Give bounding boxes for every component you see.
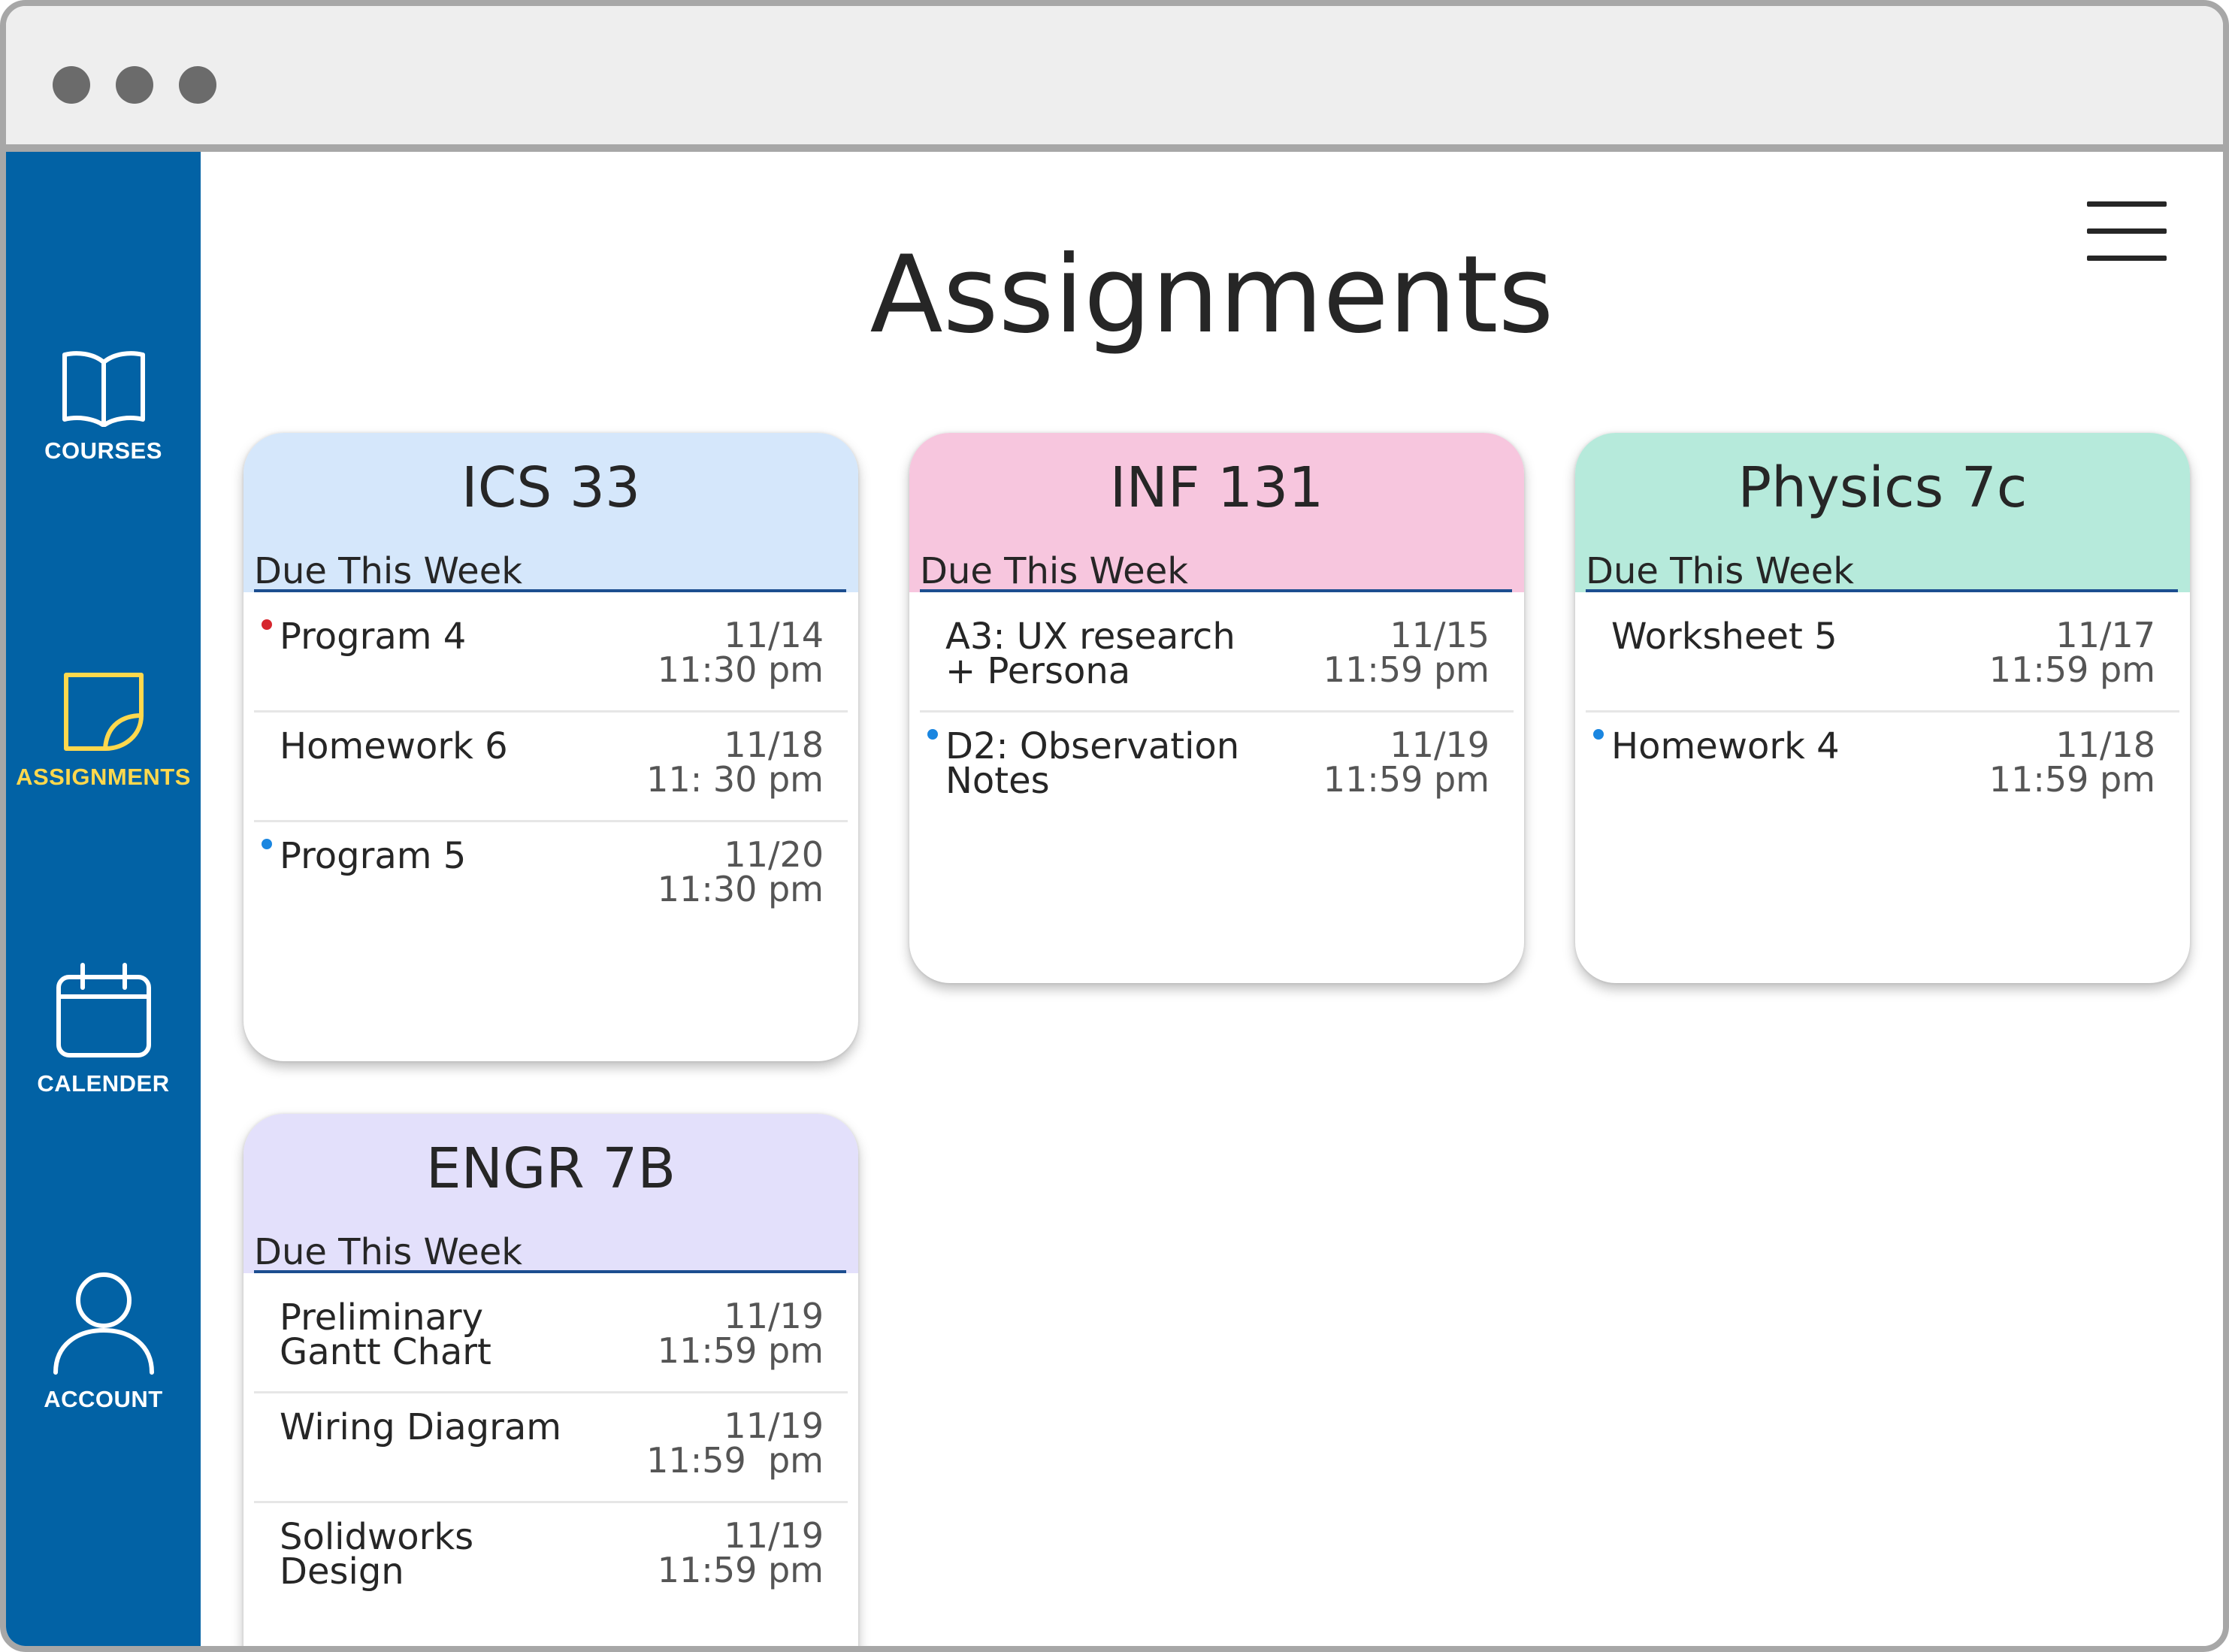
book-open-icon [62, 351, 145, 427]
hamburger-menu-icon[interactable] [2087, 197, 2167, 265]
course-title: INF 131 [1109, 455, 1324, 520]
course-card-engr7b[interactable]: ENGR 7B Due This Week Preliminary Gantt … [243, 1114, 858, 1646]
assignment-row[interactable]: D2: Observation Notes 11/19 11:59 pm [920, 713, 1514, 822]
assignment-name: A3: UX research + Persona [945, 616, 1235, 692]
window-minimize-dot[interactable] [116, 66, 153, 104]
due-date: 11/18 [724, 725, 824, 765]
assignment-name: Worksheet 5 [1611, 616, 1837, 658]
priority-marker-red [262, 619, 272, 630]
assignment-row[interactable]: Homework 4 11/18 11:59 pm [1586, 713, 2179, 822]
assignment-name: Homework 6 [280, 725, 508, 767]
due-date: 11/19 [724, 1515, 824, 1556]
sidebar-item-courses[interactable]: COURSES [6, 349, 201, 464]
sidebar-item-account[interactable]: ACCOUNT [6, 1270, 201, 1413]
assignment-list: Worksheet 5 11/17 11:59 pm Homework 4 11… [1575, 592, 2190, 822]
due-this-week-label: Due This Week [254, 550, 523, 592]
due-date: 11/18 [2055, 725, 2155, 765]
due-date: 11/14 [724, 615, 824, 655]
sidebar-item-label: ACCOUNT [44, 1386, 163, 1412]
window-titlebar [6, 6, 2223, 152]
assignment-list: Preliminary Gantt Chart 11/19 11:59 pm W… [243, 1273, 858, 1613]
assignment-row[interactable]: Program 5 11/20 11:30 pm [254, 822, 848, 932]
assignment-row[interactable]: A3: UX research + Persona 11/15 11:59 pm [920, 603, 1514, 713]
due-time: 11:59 pm [1323, 649, 1490, 690]
assignment-list: Program 4 11/14 11:30 pm Homework 6 11/1… [243, 592, 858, 932]
sidebar-item-calender[interactable]: CALENDER [6, 962, 201, 1097]
due-date: 11/15 [1390, 615, 1490, 655]
due-date: 11/19 [724, 1405, 824, 1446]
course-title: Physics 7c [1738, 455, 2028, 520]
assignment-row[interactable]: Worksheet 5 11/17 11:59 pm [1586, 603, 2179, 713]
due-this-week-label: Due This Week [1586, 550, 1855, 592]
course-card-ics33[interactable]: ICS 33 Due This Week Program 4 11/14 11:… [243, 433, 858, 1061]
main-content: Assignments ICS 33 Due This Week Program… [201, 152, 2223, 1646]
priority-marker-blue [927, 729, 938, 740]
sidebar-item-label: CALENDER [37, 1070, 170, 1097]
due-this-week-label: Due This Week [254, 1231, 523, 1273]
assignment-name: Wiring Diagram [280, 1406, 562, 1448]
due-date: 11/20 [724, 834, 824, 875]
course-card-header: INF 131 Due This Week [909, 433, 1524, 592]
sidebar-item-label: COURSES [44, 437, 162, 464]
window-close-dot[interactable] [53, 66, 90, 104]
course-card-header: ENGR 7B Due This Week [243, 1114, 858, 1273]
assignment-name: Program 4 [280, 616, 467, 658]
due-time: 11:59 pm [657, 1330, 824, 1371]
due-time: 11:59 pm [1989, 759, 2155, 800]
due-date: 11/19 [724, 1296, 824, 1336]
window-maximize-dot[interactable] [179, 66, 216, 104]
due-time: 11:59 pm [646, 1440, 824, 1481]
assignment-row[interactable]: Preliminary Gantt Chart 11/19 11:59 pm [254, 1284, 848, 1393]
sticky-note-icon [63, 673, 144, 751]
due-time: 11: 30 pm [646, 759, 824, 800]
app-window: COURSES ASSIGNMENTS CALENDER ACCOUNT Ass… [0, 0, 2229, 1652]
sidebar-item-label: ASSIGNMENTS [16, 764, 191, 790]
due-time: 11:59 pm [657, 1550, 824, 1590]
assignment-name: Solidworks Design [280, 1516, 474, 1593]
course-card-header: ICS 33 Due This Week [243, 433, 858, 592]
assignment-name: Preliminary Gantt Chart [280, 1296, 491, 1373]
due-time: 11:59 pm [1323, 759, 1490, 800]
sidebar-item-assignments[interactable]: ASSIGNMENTS [6, 670, 201, 791]
due-time: 11:30 pm [657, 649, 824, 690]
assignment-row[interactable]: Homework 6 11/18 11: 30 pm [254, 713, 848, 822]
due-date: 11/17 [2055, 615, 2155, 655]
course-card-physics7c[interactable]: Physics 7c Due This Week Worksheet 5 11/… [1575, 433, 2190, 983]
due-time: 11:59 pm [1989, 649, 2155, 690]
course-title: ENGR 7B [425, 1136, 676, 1201]
assignment-row[interactable]: Solidworks Design 11/19 11:59 pm [254, 1503, 848, 1613]
due-time: 11:30 pm [657, 869, 824, 909]
priority-marker-blue [1593, 729, 1604, 740]
assignment-name: D2: Observation Notes [945, 725, 1240, 802]
course-card-header: Physics 7c Due This Week [1575, 433, 2190, 592]
sidebar-nav: COURSES ASSIGNMENTS CALENDER ACCOUNT [6, 152, 201, 1646]
priority-marker-blue [262, 839, 272, 849]
user-icon [53, 1272, 154, 1375]
assignment-name: Program 5 [280, 835, 467, 877]
due-this-week-label: Due This Week [920, 550, 1189, 592]
assignment-name: Homework 4 [1611, 725, 1840, 767]
assignment-list: A3: UX research + Persona 11/15 11:59 pm… [909, 592, 1524, 822]
assignment-row[interactable]: Wiring Diagram 11/19 11:59 pm [254, 1393, 848, 1503]
page-title: Assignments [870, 233, 1554, 357]
assignment-row[interactable]: Program 4 11/14 11:30 pm [254, 603, 848, 713]
course-title: ICS 33 [461, 455, 641, 520]
due-date: 11/19 [1390, 725, 1490, 765]
course-card-inf131[interactable]: INF 131 Due This Week A3: UX research + … [909, 433, 1524, 983]
calendar-icon [56, 963, 151, 1057]
